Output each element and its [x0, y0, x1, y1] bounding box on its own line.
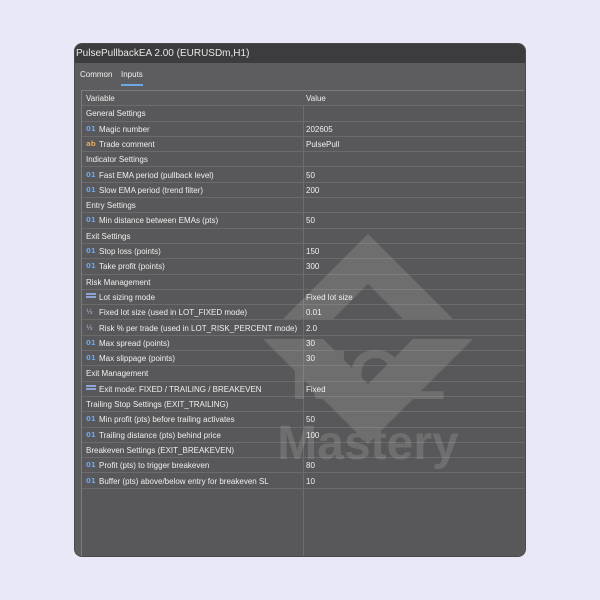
- parameter-row[interactable]: 01 Max spread (points) 30: [82, 336, 524, 352]
- parameter-row[interactable]: Exit mode: FIXED / TRAILING / BREAKEVEN F…: [82, 382, 524, 397]
- properties-window: PulsePullbackEA 2.00 (EURUSDm,H1) Common…: [75, 44, 525, 556]
- section-title: Exit Settings: [86, 231, 131, 241]
- parameter-value[interactable]: 2.0: [306, 324, 317, 333]
- parameter-name: Lot sizing mode: [99, 292, 156, 302]
- parameter-value[interactable]: 10: [306, 477, 315, 486]
- window-title: PulsePullbackEA 2.00 (EURUSDm,H1): [75, 44, 525, 63]
- parameter-row[interactable]: 01 Profit (pts) to trigger breakeven 80: [82, 458, 524, 474]
- integer-type-icon: 01: [86, 170, 96, 179]
- parameter-row[interactable]: Lot sizing mode Fixed lot size: [82, 290, 524, 306]
- section-header-row[interactable]: General Settings: [82, 106, 524, 122]
- enum-type-icon: [86, 292, 96, 302]
- double-type-icon: ½: [86, 308, 93, 317]
- section-header-row[interactable]: Risk Management: [82, 275, 524, 290]
- parameter-value[interactable]: 30: [306, 339, 315, 348]
- parameter-name: Stop loss (points): [99, 247, 161, 256]
- parameter-value[interactable]: Fixed lot size: [306, 293, 353, 302]
- parameter-name: Exit mode: FIXED / TRAILING / BREAKEVEN: [99, 384, 262, 394]
- integer-type-icon: 01: [86, 216, 96, 225]
- parameter-value[interactable]: 50: [306, 171, 315, 180]
- parameter-row[interactable]: 01 Stop loss (points) 150: [82, 244, 524, 260]
- section-title: Exit Management: [86, 369, 149, 379]
- tab-common[interactable]: Common: [80, 70, 112, 79]
- parameter-name: Trade comment: [99, 139, 155, 149]
- string-type-icon: ab: [86, 139, 96, 148]
- parameter-row[interactable]: 01 Min profit (pts) before trailing activ…: [82, 412, 524, 428]
- parameter-name: Min distance between EMAs (pts): [99, 216, 219, 226]
- integer-type-icon: 01: [86, 354, 96, 363]
- double-type-icon: ½: [86, 323, 93, 332]
- parameter-value[interactable]: PulsePull: [306, 140, 339, 149]
- integer-type-icon: 01: [86, 461, 96, 470]
- parameter-name: Min profit (pts) before trailing activat…: [99, 415, 235, 425]
- section-title: Breakeven Settings (EXIT_BREAKEVEN): [86, 445, 235, 455]
- section-title: Indicator Settings: [86, 155, 148, 165]
- parameter-row[interactable]: 01 Min distance between EMAs (pts) 50: [82, 213, 524, 229]
- integer-type-icon: 01: [86, 262, 96, 271]
- parameter-value[interactable]: 0.01: [306, 308, 322, 317]
- column-header-value[interactable]: Value: [306, 94, 326, 103]
- column-header-row: Variable Value: [82, 91, 524, 107]
- inputs-grid: Variable Value General Settings 01 Magic n…: [81, 90, 524, 556]
- parameter-value[interactable]: 80: [306, 461, 315, 470]
- parameter-row[interactable]: ½ Fixed lot size (used in LOT_FIXED mode)…: [82, 305, 524, 321]
- section-title: Trailing Stop Settings (EXIT_TRAILING): [86, 400, 229, 409]
- parameter-name: Max slippage (points): [99, 354, 176, 364]
- parameter-row[interactable]: 01 Slow EMA period (trend filter) 200: [82, 183, 524, 199]
- parameter-value[interactable]: 200: [306, 186, 319, 195]
- parameter-name: Risk % per trade (used in LOT_RISK_PERCE…: [99, 323, 298, 333]
- section-header-row[interactable]: Entry Settings: [82, 198, 524, 214]
- parameter-value[interactable]: 100: [306, 431, 319, 440]
- parameter-value[interactable]: 50: [306, 415, 315, 424]
- tab-bar: Common Inputs: [75, 63, 525, 89]
- section-header-row[interactable]: Exit Settings: [82, 229, 524, 244]
- parameter-name: Max spread (points): [99, 338, 170, 348]
- parameter-value[interactable]: 30: [306, 354, 315, 363]
- parameter-value[interactable]: 202605: [306, 125, 333, 134]
- section-title: General Settings: [86, 109, 146, 119]
- tab-inputs[interactable]: Inputs: [121, 70, 143, 79]
- integer-type-icon: 01: [86, 247, 96, 255]
- integer-type-icon: 01: [86, 185, 96, 194]
- section-header-row[interactable]: Trailing Stop Settings (EXIT_TRAILING): [82, 397, 524, 413]
- parameter-name: Fast EMA period (pullback level): [99, 170, 214, 180]
- active-tab-indicator: [121, 84, 143, 86]
- section-title: Entry Settings: [86, 201, 136, 211]
- parameter-row[interactable]: 01 Magic number 202605: [82, 122, 524, 137]
- section-header-row[interactable]: Breakeven Settings (EXIT_BREAKEVEN): [82, 443, 524, 459]
- parameter-value[interactable]: 300: [306, 262, 319, 271]
- parameter-row[interactable]: 01 Trailing distance (pts) behind price 10…: [82, 428, 524, 443]
- parameter-value[interactable]: Fixed: [306, 385, 326, 394]
- parameter-value[interactable]: 50: [306, 216, 315, 225]
- integer-type-icon: 01: [86, 415, 96, 424]
- parameter-name: Buffer (pts) above/below entry for break…: [99, 476, 269, 486]
- parameter-name: Take profit (points): [99, 262, 165, 272]
- parameter-name: Slow EMA period (trend filter): [99, 185, 204, 195]
- enum-type-icon: [86, 384, 96, 394]
- section-header-row[interactable]: Indicator Settings: [82, 152, 524, 168]
- parameter-row[interactable]: 01 Max slippage (points) 30: [82, 351, 524, 367]
- parameter-row[interactable]: ½ Risk % per trade (used in LOT_RISK_PERC…: [82, 321, 524, 336]
- column-header-variable[interactable]: Variable: [86, 94, 115, 103]
- parameter-row[interactable]: ab Trade comment PulsePull: [82, 137, 524, 153]
- parameter-row[interactable]: 01 Buffer (pts) above/below entry for bre…: [82, 474, 524, 489]
- integer-type-icon: 01: [86, 124, 96, 133]
- parameter-name: Profit (pts) to trigger breakeven: [99, 461, 210, 471]
- integer-type-icon: 01: [86, 430, 96, 439]
- parameter-name: Magic number: [99, 124, 150, 134]
- parameter-row[interactable]: 01 Fast EMA period (pullback level) 50: [82, 168, 524, 183]
- integer-type-icon: 01: [86, 476, 96, 485]
- integer-type-icon: 01: [86, 338, 96, 347]
- parameter-value[interactable]: 150: [306, 247, 319, 256]
- parameter-name: Trailing distance (pts) behind price: [99, 430, 221, 440]
- parameter-name: Fixed lot size (used in LOT_FIXED mode): [99, 308, 248, 318]
- section-header-row[interactable]: Exit Management: [82, 366, 524, 382]
- section-title: Risk Management: [86, 277, 151, 287]
- parameter-row[interactable]: 01 Take profit (points) 300: [82, 259, 524, 275]
